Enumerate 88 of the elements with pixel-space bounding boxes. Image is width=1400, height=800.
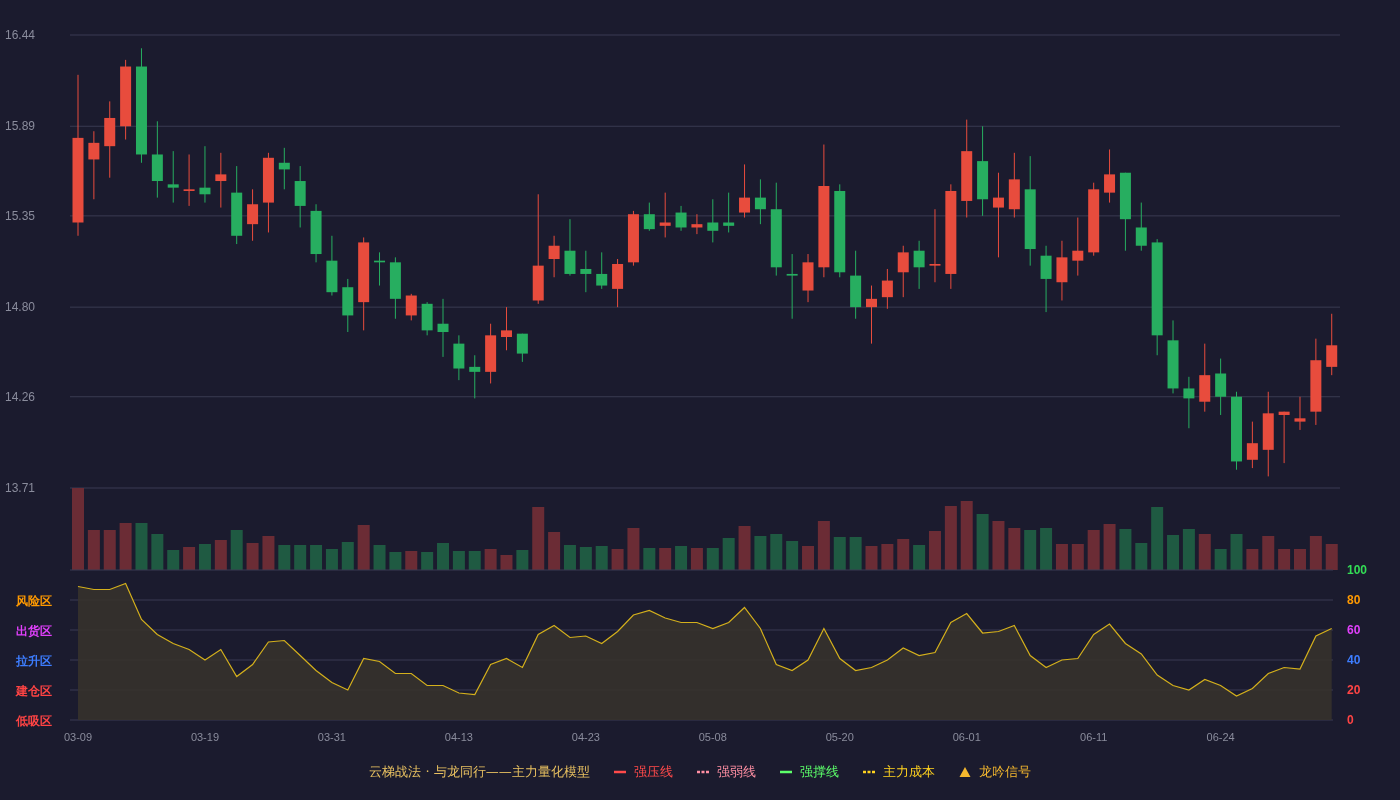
candlestick xyxy=(1008,152,1020,219)
candlestick xyxy=(881,268,893,310)
candlestick xyxy=(913,240,925,290)
candlestick xyxy=(374,251,386,287)
candlestick xyxy=(1215,358,1227,416)
zone-label: 建仓区 xyxy=(16,684,52,698)
zone-label: 风险区 xyxy=(16,594,52,608)
candlestick xyxy=(643,202,655,232)
date-label: 06-01 xyxy=(952,731,981,743)
date-label: 05-20 xyxy=(825,731,854,743)
candlestick xyxy=(88,130,100,200)
zone-label: 低吸区 xyxy=(16,714,52,728)
candlestick xyxy=(707,198,719,243)
axis-label: 13.71 xyxy=(5,481,36,495)
candlestick xyxy=(754,178,766,225)
candlestick xyxy=(215,152,227,209)
candlestick xyxy=(421,301,433,336)
candlestick xyxy=(580,250,592,293)
candlestick xyxy=(389,256,401,320)
candlestick xyxy=(739,163,751,219)
candlestick xyxy=(183,153,195,207)
candlestick xyxy=(485,323,497,384)
axis-label: 60 xyxy=(1347,623,1361,637)
date-label: 06-11 xyxy=(1080,731,1108,743)
axis-label: 15.89 xyxy=(5,119,36,134)
axis-label: 20 xyxy=(1347,683,1361,697)
candlestick xyxy=(1199,343,1211,413)
candlestick xyxy=(469,354,481,399)
candlestick xyxy=(1246,421,1258,469)
candlestick xyxy=(564,218,576,277)
candlestick xyxy=(691,213,703,235)
date-label: 04-13 xyxy=(444,731,473,743)
candlestick xyxy=(1294,396,1306,431)
legend-label: 主力成本 xyxy=(882,763,935,782)
candlestick xyxy=(627,210,639,267)
axis-label: 80 xyxy=(1347,593,1361,607)
candlestick xyxy=(786,253,798,320)
candlestick xyxy=(342,278,354,333)
candlestick xyxy=(1278,411,1290,464)
candlestick xyxy=(802,253,814,303)
candlestick xyxy=(866,285,877,345)
candlestick xyxy=(723,192,735,233)
candlestick xyxy=(659,192,671,238)
axis-label: 14.80 xyxy=(5,300,36,315)
candlestick xyxy=(596,251,608,290)
date-label: 03-19 xyxy=(190,731,220,743)
candlestick xyxy=(437,298,449,358)
date-label: 03-09 xyxy=(63,731,93,743)
candlestick xyxy=(310,203,322,263)
candlestick xyxy=(247,188,259,242)
candlestick xyxy=(1056,240,1068,301)
candlestick xyxy=(1040,245,1052,313)
zone-label: 出货区 xyxy=(16,624,52,638)
candlestick xyxy=(405,293,417,321)
candlestick xyxy=(516,333,528,363)
candlestick xyxy=(850,250,862,320)
date-label: 05-08 xyxy=(698,731,727,743)
candlestick xyxy=(453,334,465,381)
legend-title: 云梯战法 · 与龙同行——主力量化模型 xyxy=(369,763,590,782)
legend-label: 强弱线 xyxy=(716,763,756,782)
axis-label: 14.26 xyxy=(5,389,36,404)
axis-label: 0 xyxy=(1347,713,1354,727)
candlestick xyxy=(501,306,512,351)
candlestick xyxy=(612,258,624,308)
axis-label: 40 xyxy=(1347,653,1361,667)
legend-label: 强撑线 xyxy=(799,763,839,782)
candlestick xyxy=(167,150,179,204)
date-label: 04-23 xyxy=(571,731,600,743)
axis-label: 15.35 xyxy=(5,208,36,223)
candlestick xyxy=(1104,149,1116,204)
candlestick xyxy=(278,147,290,190)
date-label: 06-24 xyxy=(1206,731,1235,743)
candlestick xyxy=(326,235,338,296)
candlestick xyxy=(294,165,306,228)
date-label: 03-31 xyxy=(317,731,346,743)
candlestick xyxy=(1326,313,1338,376)
candlestick xyxy=(548,235,560,278)
candlestick xyxy=(1135,202,1147,252)
legend-label: 龙吟信号 xyxy=(978,763,1031,782)
axis-label: 16.44 xyxy=(5,28,36,42)
axis-label: 100 xyxy=(1347,563,1368,577)
candlestick xyxy=(675,205,687,232)
legend-label: 强压线 xyxy=(633,763,673,782)
candlestick xyxy=(897,245,909,298)
candlestick xyxy=(1183,376,1195,429)
candlestick xyxy=(1072,217,1084,277)
candlestick xyxy=(199,145,211,204)
zone-label: 拉升区 xyxy=(16,654,52,668)
